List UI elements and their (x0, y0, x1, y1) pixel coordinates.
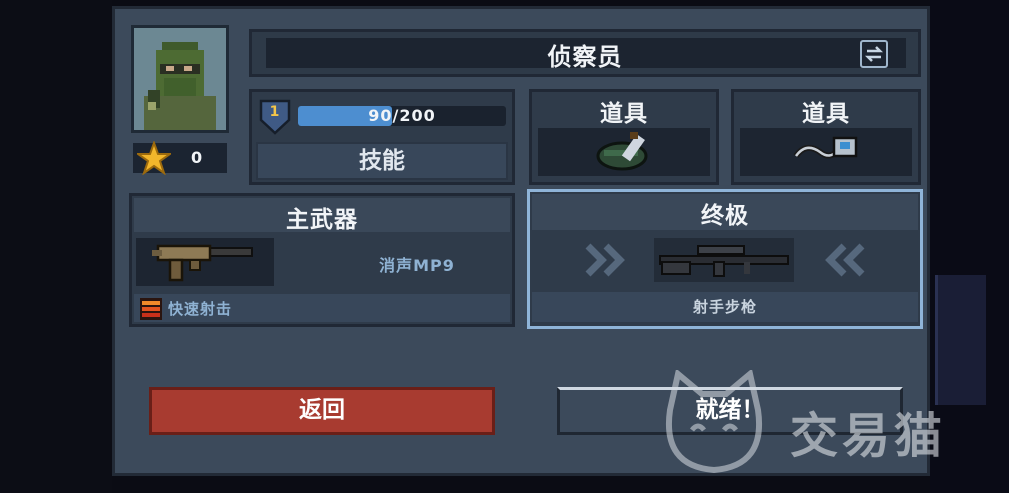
cat-logo-icon (666, 370, 762, 474)
sniper-rifle-icon (659, 245, 789, 277)
character-name-bar: 侦察员 (249, 29, 921, 77)
chevron-right-icon (585, 243, 625, 277)
level-skill-box: 1 90/200 技能 (249, 89, 515, 185)
item-slot-1[interactable]: 道具 (529, 89, 719, 185)
watermark-text: 交易猫 (790, 408, 947, 464)
soldier-portrait-icon (134, 28, 226, 130)
ultimate-weapon-name: 射手步枪 (692, 298, 757, 316)
chevron-left-icon (825, 243, 865, 277)
primary-weapon-header: 主武器 (286, 207, 358, 233)
background-pillar (935, 275, 986, 405)
swap-character-icon[interactable] (860, 40, 888, 68)
level-number: 1 (269, 104, 281, 120)
ultimate-header: 终极 (701, 203, 749, 229)
primary-weapon-panel[interactable]: 主武器 消声MP9 快速射击 (129, 193, 515, 327)
star-count-value: 0 (191, 148, 204, 167)
background-left (0, 0, 112, 493)
ultimate-panel[interactable]: 终极 射手步枪 (527, 189, 923, 329)
rapid-fire-icon (140, 298, 162, 320)
xp-text: 90/200 (368, 106, 436, 125)
smg-weapon-icon (152, 244, 253, 282)
item-slot-2-label: 道具 (802, 101, 850, 127)
star-icon (137, 141, 171, 175)
star-count: 0 (133, 141, 227, 175)
grenade-icon (596, 132, 648, 171)
primary-weapon-name: 消声MP9 (379, 256, 455, 275)
character-name: 侦察员 (547, 43, 623, 71)
primary-weapon-trait: 快速射击 (168, 300, 233, 318)
xp-bar: 90/200 (298, 106, 506, 126)
item-slot-2[interactable]: 道具 (731, 89, 921, 185)
item-slot-1-label: 道具 (600, 101, 648, 127)
skill-button[interactable]: 技能 (256, 142, 508, 180)
character-portrait[interactable] (131, 25, 229, 133)
detonator-icon (793, 136, 858, 159)
back-button[interactable]: 返回 (149, 387, 495, 435)
